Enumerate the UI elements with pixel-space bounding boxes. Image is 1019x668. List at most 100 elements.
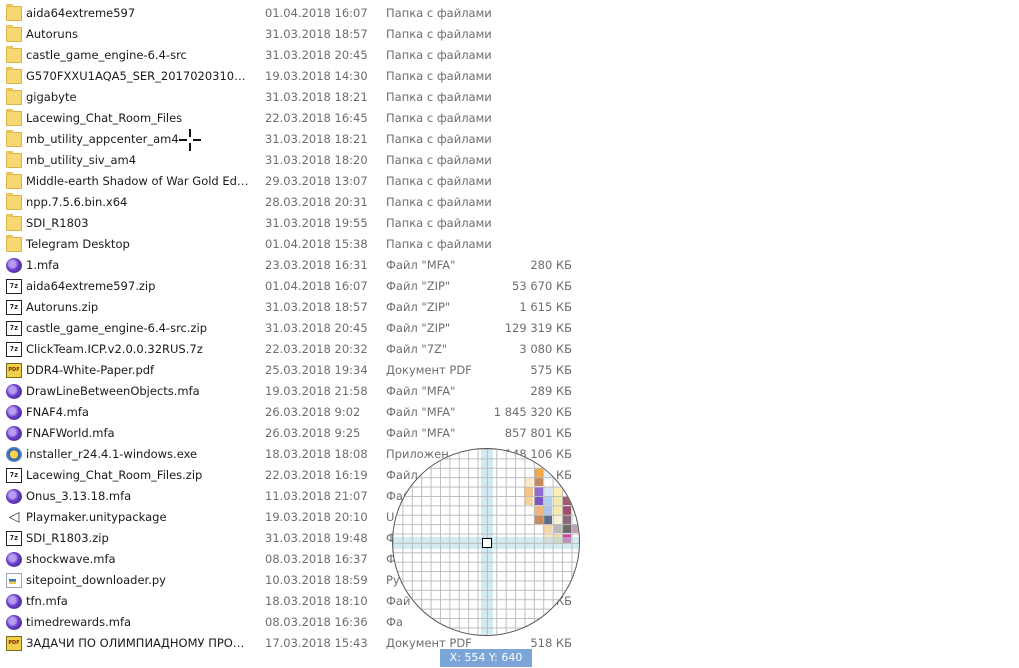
zip-icon: 7z bbox=[6, 531, 22, 546]
file-row[interactable]: aida64extreme597 01.04.2018 16:07 Папка с … bbox=[0, 3, 600, 24]
file-size: 575 КБ bbox=[530, 363, 572, 377]
file-row[interactable]: FNAF4.mfa 26.03.2018 9:02 Файл "MFA" 1 845 … bbox=[0, 402, 600, 423]
file-row[interactable]: mb_utility_appcenter_am4 31.03.2018 18:21… bbox=[0, 129, 600, 150]
file-type: Файл "MFA" bbox=[386, 405, 456, 419]
file-name: Lacewing_Chat_Room_Files.zip bbox=[26, 468, 203, 482]
exe-icon bbox=[6, 447, 22, 462]
file-date: 18.03.2018 18:10 bbox=[265, 594, 368, 608]
file-name: Telegram Desktop bbox=[26, 237, 130, 251]
file-date: 29.03.2018 13:07 bbox=[265, 174, 368, 188]
file-row[interactable]: npp.7.5.6.bin.x64 28.03.2018 20:31 Папка с… bbox=[0, 192, 600, 213]
mfa-icon bbox=[6, 489, 22, 504]
mfa-icon bbox=[6, 552, 22, 567]
file-type: Файл "ZIP" bbox=[386, 300, 451, 314]
file-date: 28.03.2018 20:31 bbox=[265, 195, 368, 209]
file-row[interactable]: Middle-earth Shadow of War Gold Editio..… bbox=[0, 171, 600, 192]
file-type: Папка с файлами bbox=[386, 216, 492, 230]
folder-icon bbox=[6, 67, 22, 84]
file-date: 08.03.2018 16:36 bbox=[265, 615, 368, 629]
file-date: 19.03.2018 14:30 bbox=[265, 69, 368, 83]
file-name: DrawLineBetweenObjects.mfa bbox=[26, 384, 200, 398]
file-date: 31.03.2018 18:57 bbox=[265, 27, 368, 41]
file-date: 26.03.2018 9:25 bbox=[265, 426, 361, 440]
file-size: 289 КБ bbox=[530, 384, 572, 398]
file-row[interactable]: castle_game_engine-6.4-src 31.03.2018 20:… bbox=[0, 45, 600, 66]
file-type: Папка с файлами bbox=[386, 237, 492, 251]
file-type: Папка с файлами bbox=[386, 69, 492, 83]
file-name: shockwave.mfa bbox=[26, 552, 116, 566]
zip-icon: 7z bbox=[6, 279, 22, 294]
file-row[interactable]: gigabyte 31.03.2018 18:21 Папка с файлами bbox=[0, 87, 600, 108]
file-row[interactable]: Telegram Desktop 01.04.2018 15:38 Папка с … bbox=[0, 234, 600, 255]
file-name: castle_game_engine-6.4-src bbox=[26, 48, 187, 62]
file-date: 10.03.2018 18:59 bbox=[265, 573, 368, 587]
file-row[interactable]: 7z ClickTeam.ICP.v2.0.0.32RUS.7z 22.03.201… bbox=[0, 339, 600, 360]
file-row[interactable]: FNAFWorld.mfa 26.03.2018 9:25 Файл "MFA" 85… bbox=[0, 423, 600, 444]
file-name: sitepoint_downloader.py bbox=[26, 573, 166, 587]
file-row[interactable]: 1.mfa 23.03.2018 16:31 Файл "MFA" 280 КБ bbox=[0, 255, 600, 276]
file-type: Папка с файлами bbox=[386, 27, 492, 41]
file-name: Middle-earth Shadow of War Gold Editio..… bbox=[26, 174, 250, 188]
file-name: ClickTeam.ICP.v2.0.0.32RUS.7z bbox=[26, 342, 203, 356]
file-name: mb_utility_siv_am4 bbox=[26, 153, 137, 167]
file-size: 280 КБ bbox=[530, 258, 572, 272]
file-row[interactable]: 7z castle_game_engine-6.4-src.zip 31.03.20… bbox=[0, 318, 600, 339]
file-type: Файл "ZIP" bbox=[386, 321, 451, 335]
file-row[interactable]: Lacewing_Chat_Room_Files 22.03.2018 16:45… bbox=[0, 108, 600, 129]
file-name: ЗАДАЧИ ПО ОЛИМПИАДНОМУ ПРОГ... bbox=[26, 636, 250, 650]
file-date: 23.03.2018 16:31 bbox=[265, 258, 368, 272]
folder-icon bbox=[6, 193, 22, 210]
file-row[interactable]: G570FXXU1AQA5_SER_20170203101800_f... 19.… bbox=[0, 66, 600, 87]
file-name: FNAFWorld.mfa bbox=[26, 426, 115, 440]
file-date: 26.03.2018 9:02 bbox=[265, 405, 361, 419]
file-type: Папка с файлами bbox=[386, 195, 492, 209]
file-row[interactable]: 7z aida64extreme597.zip 01.04.2018 16:07 Фа… bbox=[0, 276, 600, 297]
pdf-icon: PDF bbox=[6, 636, 22, 651]
file-name: timedrewards.mfa bbox=[26, 615, 132, 629]
mfa-icon bbox=[6, 594, 22, 609]
mfa-icon bbox=[6, 615, 22, 630]
folder-icon bbox=[6, 88, 22, 105]
file-type: Папка с файлами bbox=[386, 6, 492, 20]
file-name: installer_r24.4.1-windows.exe bbox=[26, 447, 198, 461]
file-row[interactable]: 7z Autoruns.zip 31.03.2018 18:57 Файл "ZIP"… bbox=[0, 297, 600, 318]
mfa-icon bbox=[6, 405, 22, 420]
file-type: Документ PDF bbox=[386, 363, 472, 377]
file-type: Файл "MFA" bbox=[386, 384, 456, 398]
file-name: SDI_R1803.zip bbox=[26, 531, 109, 545]
mfa-icon bbox=[6, 384, 22, 399]
folder-icon bbox=[6, 130, 22, 147]
file-date: 31.03.2018 19:55 bbox=[265, 216, 368, 230]
file-name: castle_game_engine-6.4-src.zip bbox=[26, 321, 208, 335]
file-name: DDR4-White-Paper.pdf bbox=[26, 363, 155, 377]
file-size: 129 319 КБ bbox=[504, 321, 572, 335]
file-row[interactable]: PDF DDR4-White-Paper.pdf 25.03.2018 19:34 Д… bbox=[0, 360, 600, 381]
file-date: 01.04.2018 16:07 bbox=[265, 279, 368, 293]
file-row[interactable]: Autoruns 31.03.2018 18:57 Папка с файлами bbox=[0, 24, 600, 45]
file-type: Папка с файлами bbox=[386, 48, 492, 62]
folder-icon bbox=[6, 235, 22, 252]
crosshair-cursor-icon bbox=[179, 129, 201, 151]
file-name: SDI_R1803 bbox=[26, 216, 89, 230]
python-icon bbox=[6, 573, 22, 588]
file-date: 17.03.2018 15:43 bbox=[265, 636, 368, 650]
folder-icon bbox=[6, 109, 22, 126]
file-type: Папка с файлами bbox=[386, 153, 492, 167]
file-name: Autoruns.zip bbox=[26, 300, 99, 314]
file-date: 31.03.2018 18:21 bbox=[265, 132, 368, 146]
file-date: 31.03.2018 20:45 bbox=[265, 48, 368, 62]
file-row[interactable]: mb_utility_siv_am4 31.03.2018 18:20 Папка … bbox=[0, 150, 600, 171]
magnifier-center-pixel bbox=[482, 538, 492, 548]
file-name: Playmaker.unitypackage bbox=[26, 510, 167, 524]
file-name: tfn.mfa bbox=[26, 594, 68, 608]
mfa-icon bbox=[6, 426, 22, 441]
file-row[interactable]: SDI_R1803 31.03.2018 19:55 Папка с файлами bbox=[0, 213, 600, 234]
file-size: 53 670 КБ bbox=[512, 279, 572, 293]
file-type: Папка с файлами bbox=[386, 132, 492, 146]
file-date: 01.04.2018 16:07 bbox=[265, 6, 368, 20]
file-size: 1 845 320 КБ bbox=[493, 405, 572, 419]
file-date: 11.03.2018 21:07 bbox=[265, 489, 368, 503]
file-name: Onus_3.13.18.mfa bbox=[26, 489, 132, 503]
file-date: 31.03.2018 20:45 bbox=[265, 321, 368, 335]
file-row[interactable]: DrawLineBetweenObjects.mfa 19.03.2018 21:… bbox=[0, 381, 600, 402]
